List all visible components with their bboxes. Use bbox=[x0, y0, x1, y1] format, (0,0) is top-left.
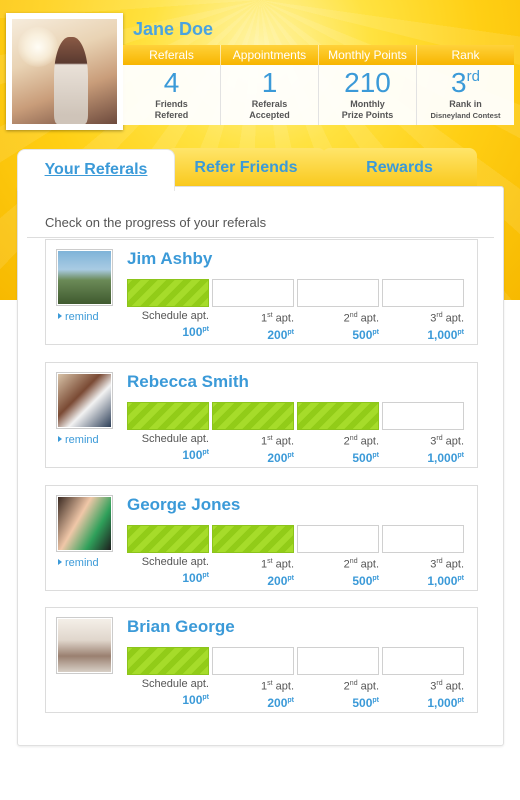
stat-value: 3rd bbox=[417, 67, 514, 99]
progress-segment bbox=[382, 279, 464, 307]
progress-bar bbox=[127, 647, 464, 675]
tab-label: Rewards bbox=[366, 159, 433, 176]
step-label: 1st apt. 200pt bbox=[261, 435, 294, 465]
step-label: 3rd apt. 1,000pt bbox=[427, 558, 464, 588]
stat-label: Referals bbox=[251, 99, 288, 109]
progress-segment bbox=[297, 279, 379, 307]
progress-segment bbox=[212, 647, 294, 675]
user-name: Jane Doe bbox=[133, 19, 214, 39]
stat-referals: 4 Friends Refered bbox=[123, 65, 221, 125]
stat-value: 4 bbox=[163, 67, 180, 98]
progress-steps: Schedule apt. 100pt 1st apt. 200pt 2nd apt. 5… bbox=[127, 309, 464, 342]
stat-label: Rank in bbox=[449, 99, 482, 109]
step-label: 1st apt. 200pt bbox=[261, 680, 294, 710]
stat-label: Friends bbox=[155, 99, 188, 109]
avatar-photo bbox=[12, 19, 117, 124]
stats-header-rank: Rank bbox=[451, 48, 480, 62]
stats-header: Referals Appointments Monthly Points Ran… bbox=[123, 45, 514, 65]
referral-card: Brian George Schedule apt. 100pt 1st apt. 20… bbox=[45, 607, 478, 713]
progress-steps: Schedule apt. 100pt 1st apt. 200pt 2nd apt. 5… bbox=[127, 555, 464, 588]
progress-bar bbox=[127, 402, 464, 430]
step-label: 3rd apt. 1,000pt bbox=[427, 680, 464, 710]
step-label: 1st apt. 200pt bbox=[261, 312, 294, 342]
stat-value: 210 bbox=[344, 67, 391, 98]
progress-segment bbox=[212, 525, 294, 553]
referral-photo bbox=[56, 495, 113, 552]
progress-segment bbox=[127, 279, 209, 307]
stats-header-referals: Referals bbox=[123, 45, 221, 65]
stat-appointments: 1 Referals Accepted bbox=[221, 65, 319, 125]
referral-name: Jim Ashby bbox=[127, 249, 213, 268]
stat-monthly-points: 210 Monthly Prize Points bbox=[319, 65, 417, 125]
progress-segment bbox=[382, 647, 464, 675]
tab-refer-friends[interactable]: Refer Friends bbox=[166, 148, 326, 188]
step-label: 2nd apt. 500pt bbox=[343, 558, 379, 588]
step-label: Schedule apt. 100pt bbox=[141, 678, 209, 707]
stat-label: Refered bbox=[154, 110, 189, 120]
referral-card: remind George Jones Schedule apt. 100pt 1st … bbox=[45, 485, 478, 591]
step-label: 3rd apt. 1,000pt bbox=[427, 435, 464, 465]
remind-link[interactable]: remind bbox=[58, 557, 99, 569]
progress-segment bbox=[127, 647, 209, 675]
stats-summary: 4 Friends Refered 1 Referals Accepted 21… bbox=[123, 65, 514, 125]
stat-label: Disneyland Contest bbox=[430, 111, 501, 120]
remind-link[interactable]: remind bbox=[58, 434, 99, 446]
progress-bar bbox=[127, 279, 464, 307]
step-label: 2nd apt. 500pt bbox=[343, 680, 379, 710]
referral-name: Rebecca Smith bbox=[127, 372, 249, 391]
progress-bar bbox=[127, 525, 464, 553]
stats-header-appointments: Appointments bbox=[221, 45, 319, 65]
progress-segment bbox=[382, 402, 464, 430]
avatar bbox=[6, 13, 123, 130]
referral-card: remind Jim Ashby Schedule apt. 100pt 1st apt… bbox=[45, 239, 478, 345]
tab-label: Your Referals bbox=[44, 161, 148, 178]
progress-steps: Schedule apt. 100pt 1st apt. 200pt 2nd apt. 5… bbox=[127, 432, 464, 465]
step-label: 2nd apt. 500pt bbox=[343, 435, 379, 465]
panel-subtitle: Check on the progress of your referals bbox=[45, 215, 267, 230]
progress-segment bbox=[127, 525, 209, 553]
tab-label: Refer Friends bbox=[194, 159, 298, 176]
progress-segment bbox=[212, 279, 294, 307]
step-label: 2nd apt. 500pt bbox=[343, 312, 379, 342]
step-label: Schedule apt. 100pt bbox=[141, 433, 209, 462]
step-label: 1st apt. 200pt bbox=[261, 558, 294, 588]
referral-card: remind Rebecca Smith Schedule apt. 100pt 1st… bbox=[45, 362, 478, 468]
referral-photo bbox=[56, 617, 113, 674]
referral-photo bbox=[56, 372, 113, 429]
step-label: 3rd apt. 1,000pt bbox=[427, 312, 464, 342]
stat-label: Monthly bbox=[350, 99, 385, 109]
stats-header-monthly-points: Monthly Points bbox=[319, 45, 417, 65]
progress-steps: Schedule apt. 100pt 1st apt. 200pt 2nd apt. 5… bbox=[127, 677, 464, 710]
rank-number: 3 bbox=[451, 67, 467, 98]
progress-segment bbox=[297, 402, 379, 430]
rank-suffix: rd bbox=[466, 68, 480, 85]
step-label: Schedule apt. 100pt bbox=[141, 556, 209, 585]
referral-name: Brian George bbox=[127, 617, 235, 636]
stat-label: Accepted bbox=[249, 110, 290, 120]
referral-name: George Jones bbox=[127, 495, 241, 514]
referral-photo bbox=[56, 249, 113, 306]
divider bbox=[27, 237, 494, 238]
progress-segment bbox=[297, 525, 379, 553]
progress-segment bbox=[212, 402, 294, 430]
stat-rank: 3rd Rank in Disneyland Contest bbox=[417, 65, 514, 125]
progress-segment bbox=[127, 402, 209, 430]
stat-label: Prize Points bbox=[341, 110, 394, 120]
stat-value: 1 bbox=[261, 67, 278, 98]
referals-panel: Check on the progress of your referals r… bbox=[17, 186, 504, 746]
remind-link[interactable]: remind bbox=[58, 311, 99, 323]
tab-your-referals[interactable]: Your Referals bbox=[17, 149, 175, 191]
step-label: Schedule apt. 100pt bbox=[141, 310, 209, 339]
tab-rewards[interactable]: Rewards bbox=[322, 148, 477, 188]
progress-segment bbox=[297, 647, 379, 675]
progress-segment bbox=[382, 525, 464, 553]
